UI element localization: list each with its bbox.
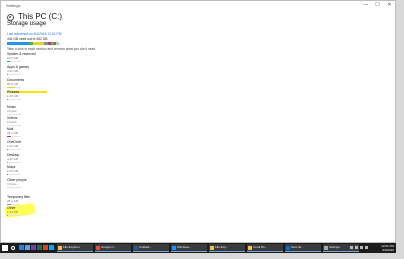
category-usage-bar — [7, 61, 21, 62]
skype-icon[interactable] — [49, 245, 54, 250]
category-usage-bar — [7, 215, 21, 216]
category-usage-bar — [7, 87, 21, 88]
category-usage-bar — [7, 136, 21, 137]
close-button[interactable]: ✕ — [384, 1, 395, 10]
page-title: This PC (C:) — [18, 12, 62, 21]
taskbar-app-button[interactable]: Sent Ite... — [285, 244, 321, 252]
excel-icon[interactable] — [37, 245, 42, 250]
category-usage-bar — [7, 204, 21, 205]
start-button[interactable] — [2, 245, 8, 251]
category-size: 4.41 GB — [7, 69, 19, 73]
taskbar-app-button[interactable]: Google C... — [95, 244, 131, 252]
settings-window: Settings — ☐ ✕ This PC (C:) Storage usag… — [0, 0, 396, 243]
section-heading: Storage usage — [7, 21, 47, 27]
title-bar: Settings — ☐ ✕ — [1, 1, 395, 11]
storage-category-item[interactable]: Mail 28.1 GB — [7, 127, 21, 137]
taskbar-app-label: File Explorer — [63, 245, 80, 249]
storage-category-item[interactable]: Other 1.36 GB — [7, 206, 21, 216]
category-size: 4.60 GB — [7, 157, 19, 161]
storage-category-item[interactable]: Desktop 4.60 GB — [7, 153, 21, 163]
taskbar-app-label: Windows... — [177, 245, 192, 249]
folder-icon — [210, 245, 214, 250]
system-tray-icons — [350, 246, 370, 250]
taskbar-app-label: File Exp... — [215, 245, 229, 249]
category-usage-bar — [7, 74, 21, 75]
taskbar-app-label: Google C... — [101, 245, 117, 249]
edge-icon[interactable] — [19, 245, 24, 250]
storage-category-item[interactable]: Temporary files 28.1 GB — [7, 195, 30, 205]
category-usage-bar — [7, 149, 21, 150]
category-usage-bar — [7, 162, 21, 163]
storage-category-item[interactable]: Maps 1.01 GB — [7, 165, 21, 175]
storage-category-item[interactable]: Other people 0 bytes — [7, 178, 27, 188]
category-usage-bar — [7, 99, 21, 100]
category-size: 80.5 GB — [7, 82, 19, 86]
clock[interactable]: 12:01 PM 6/4/2016 — [381, 244, 394, 252]
category-size: 28.1 GB — [7, 199, 19, 203]
storage-category-item[interactable]: Videos 0 bytes — [7, 116, 21, 126]
taskbar-app-button[interactable]: File Exp... — [209, 244, 245, 252]
category-size: 0 bytes — [7, 182, 17, 186]
storage-category-item[interactable]: OneDrive 1.41 GB — [7, 140, 21, 150]
category-usage-bar — [7, 125, 21, 126]
usage-bar-segment — [7, 42, 29, 45]
storage-category-item[interactable]: Pictures 1.30 GB — [7, 90, 21, 100]
taskbar-app-button[interactable]: Windows... — [171, 244, 207, 252]
maximize-button[interactable]: ☐ — [372, 1, 383, 10]
window-title: Settings — [6, 3, 21, 8]
instruction-text: Take a look in each section and remove w… — [7, 47, 97, 51]
category-size: 28.1 GB — [7, 131, 19, 135]
outlook-icon — [286, 245, 290, 250]
taskbar-app-label: Local Bu... — [253, 245, 268, 249]
category-size: 0 bytes — [7, 109, 17, 113]
taskbar-app-button[interactable]: Local Bu... — [247, 244, 283, 252]
storage-category-item[interactable]: Apps & games 4.41 GB — [7, 65, 29, 75]
storage-category-item[interactable]: Music 0 bytes — [7, 105, 21, 115]
folder-icon — [58, 245, 62, 250]
category-size: 1.30 GB — [7, 94, 19, 98]
category-size: 1.01 GB — [7, 169, 19, 173]
minimize-button[interactable]: — — [360, 1, 371, 10]
category-size: 0 bytes — [7, 120, 17, 124]
word-icon — [134, 245, 138, 250]
usage-summary: 444 GB used out of 452 GB — [7, 37, 48, 41]
taskbar: File Explorer Google C... Untitled... Windo… — [0, 243, 396, 253]
storage-usage-bar — [7, 42, 59, 45]
category-usage-bar — [7, 174, 21, 175]
storage-category-item[interactable]: Documents 80.5 GB — [7, 78, 24, 88]
taskbar-app-button[interactable]: File Explorer — [57, 244, 93, 252]
usage-bar-segment — [55, 42, 59, 45]
taskbar-app-label: Settings — [329, 245, 340, 249]
usage-bar-segment — [32, 42, 45, 45]
category-usage-bar — [7, 114, 21, 115]
search-icon[interactable] — [11, 246, 15, 250]
taskbar-app-label: Sent Ite... — [291, 245, 304, 249]
gear-icon — [7, 14, 14, 21]
category-size: 1.41 GB — [7, 144, 19, 148]
onenote-icon[interactable] — [31, 245, 36, 250]
category-size: 1.36 GB — [7, 210, 19, 214]
app-icon — [172, 245, 176, 250]
store-icon[interactable] — [25, 245, 30, 250]
gear-icon — [324, 245, 328, 250]
folder-icon — [248, 245, 252, 250]
chrome-icon — [96, 245, 100, 250]
taskbar-app-button[interactable]: Untitled... — [133, 244, 169, 252]
taskbar-app-label: Untitled... — [139, 245, 152, 249]
category-usage-bar — [7, 187, 21, 188]
powerpoint-icon[interactable] — [43, 245, 48, 250]
last-refreshed-link[interactable]: Last refreshed on 6/4/2016 12:01 PM — [7, 32, 61, 36]
storage-category-item[interactable]: System & reserved 16.0 GB — [7, 52, 36, 62]
category-size: 16.0 GB — [7, 56, 19, 60]
clock-date: 6/4/2016 — [382, 248, 394, 252]
